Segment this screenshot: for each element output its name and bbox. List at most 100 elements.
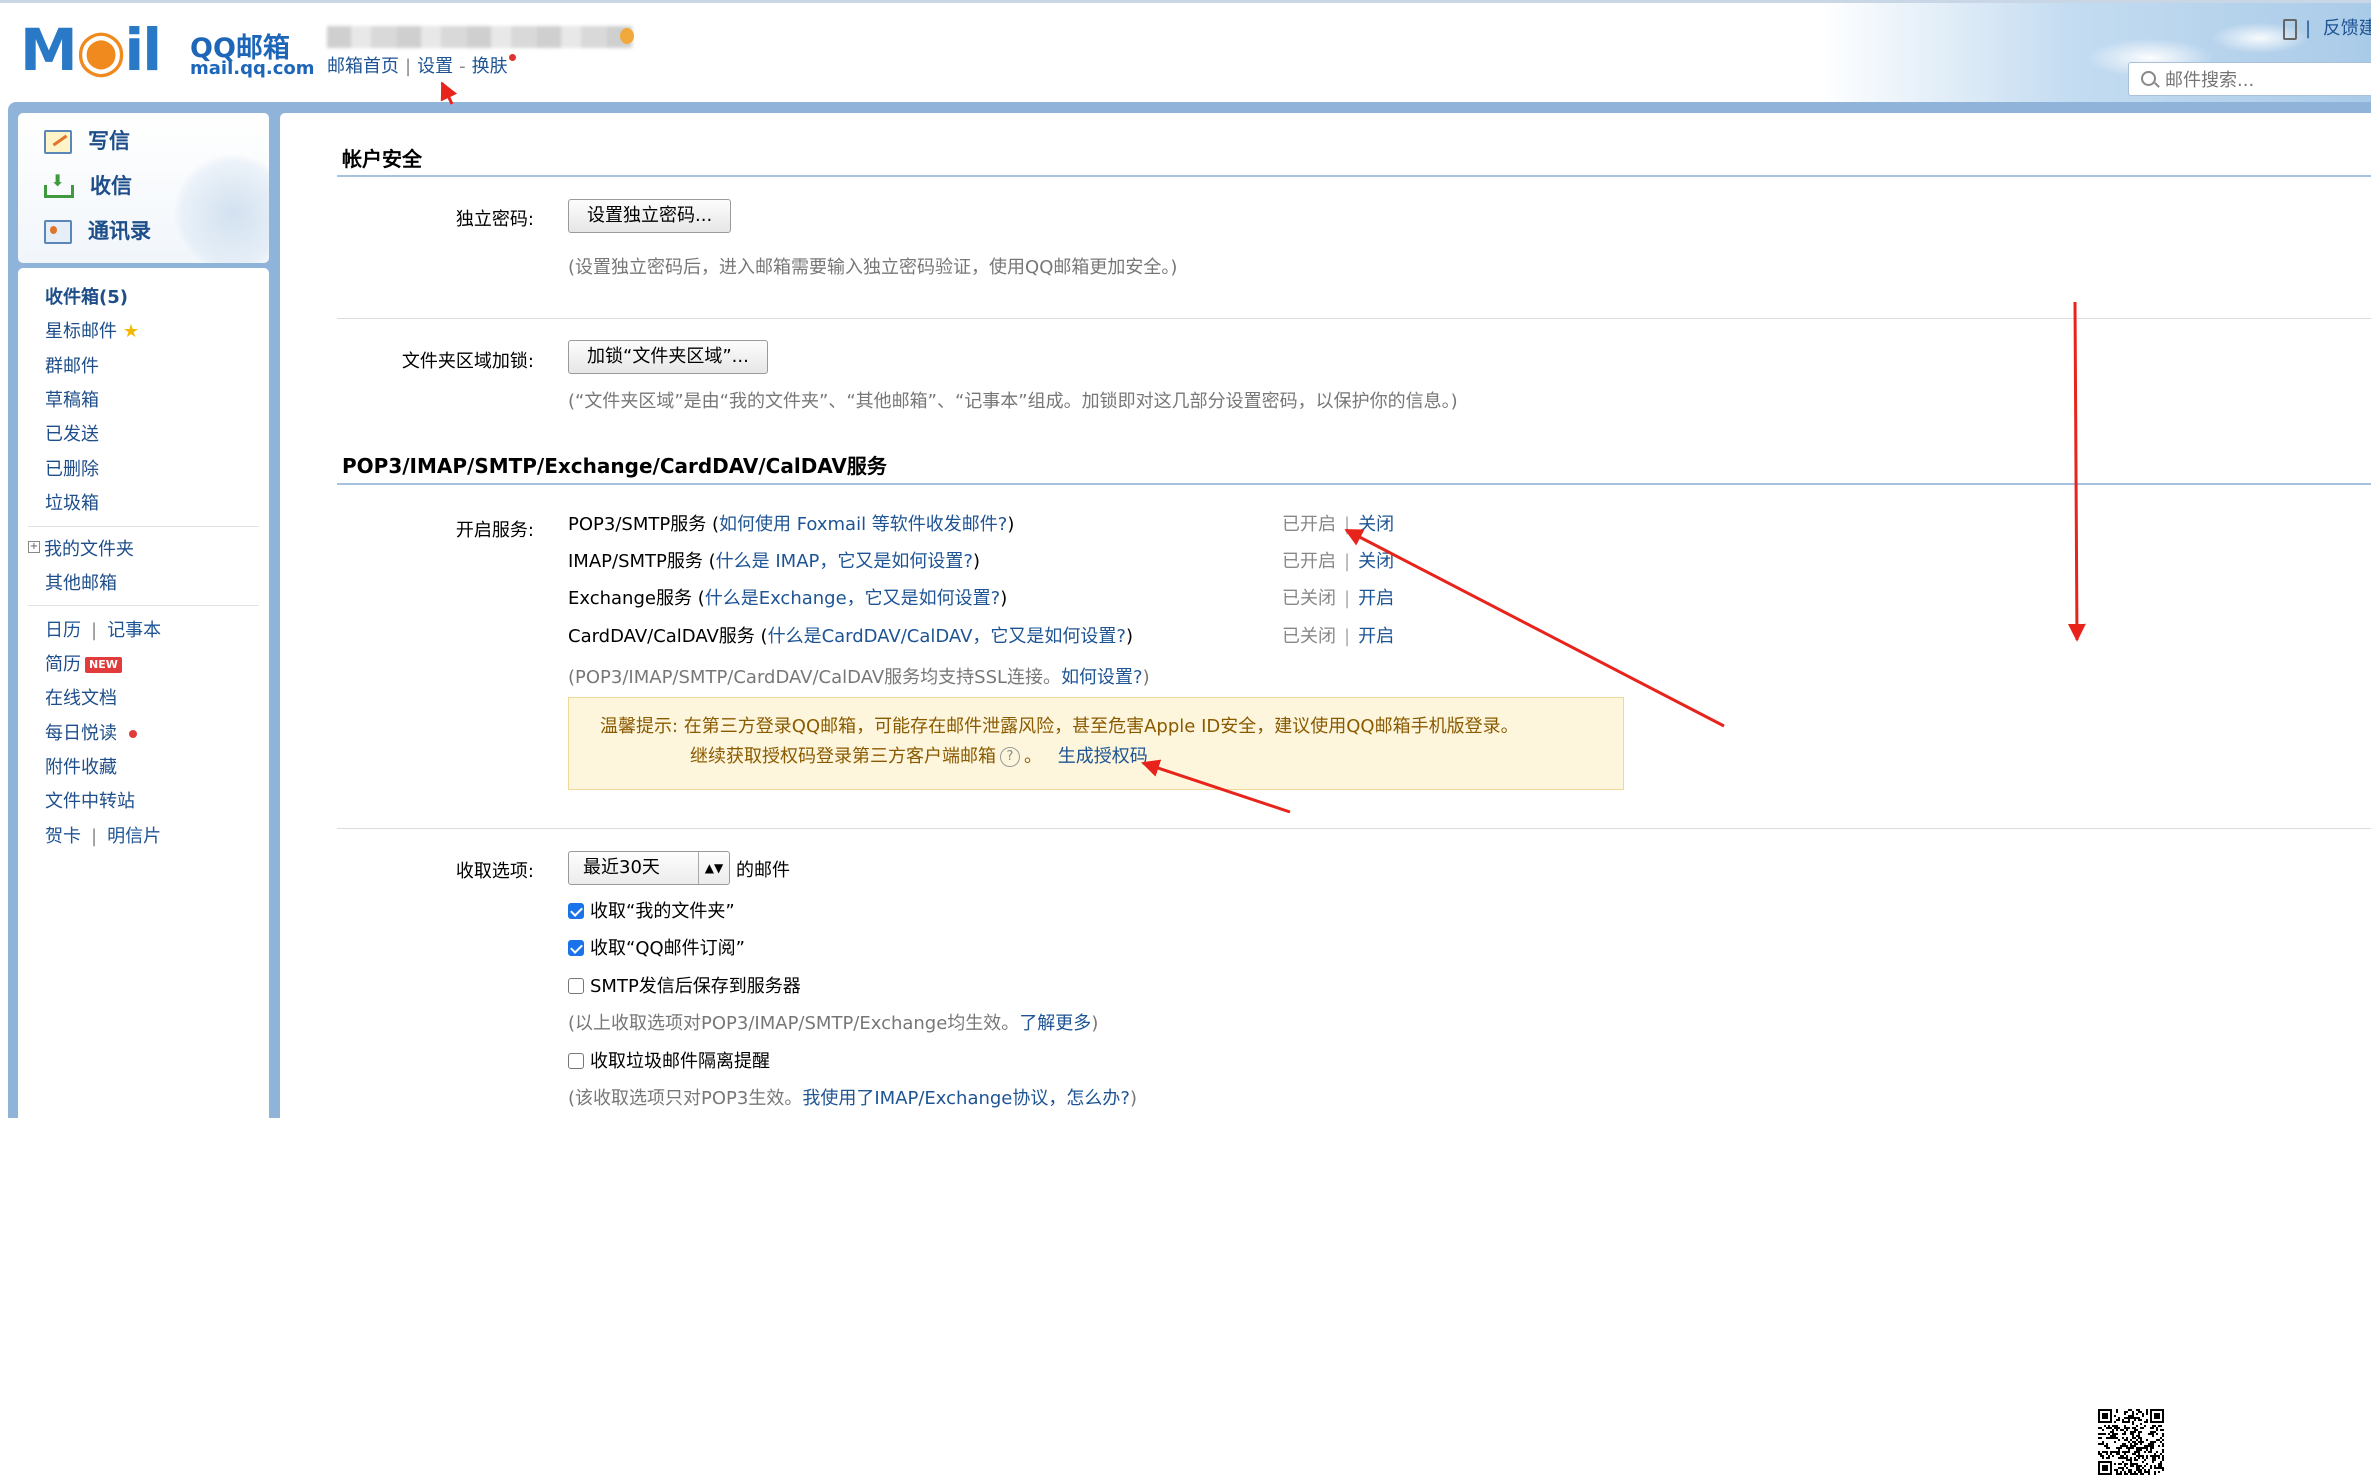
service-help-link[interactable]: 如何使用 Foxmail 等软件收发邮件? bbox=[719, 514, 1007, 535]
settings-link[interactable]: 设置 bbox=[417, 56, 453, 77]
change-skin-link[interactable]: 换肤 bbox=[472, 56, 508, 77]
qr-module bbox=[2124, 1433, 2126, 1435]
calendar-link[interactable]: 日历 bbox=[45, 620, 81, 641]
notes-link[interactable]: 记事本 bbox=[107, 620, 161, 641]
qr-module bbox=[2162, 1451, 2164, 1453]
option-spam-alert[interactable]: 收取垃圾邮件隔离提醒 bbox=[568, 1047, 770, 1073]
receive-range-select[interactable]: 最近30天 ▲▼ bbox=[568, 851, 730, 885]
qr-module bbox=[2136, 1409, 2138, 1411]
feedback-link[interactable]: 反馈建 bbox=[2323, 18, 2371, 39]
phone-icon[interactable] bbox=[2283, 18, 2297, 40]
ssl-setup-link[interactable]: 如何设置? bbox=[1061, 667, 1143, 688]
qr-module bbox=[2152, 1455, 2154, 1457]
imap-exchange-help-link[interactable]: 我使用了IMAP/Exchange协议，怎么办? bbox=[802, 1088, 1130, 1109]
qr-module bbox=[2140, 1423, 2142, 1425]
qr-module bbox=[2114, 1463, 2116, 1465]
folder-inbox[interactable]: 收件箱(5) bbox=[45, 283, 128, 309]
qr-module bbox=[2142, 1455, 2144, 1457]
qr-module bbox=[2114, 1469, 2116, 1471]
qr-module bbox=[2108, 1433, 2110, 1435]
qr-module bbox=[2116, 1429, 2118, 1431]
qr-module bbox=[2128, 1459, 2130, 1461]
smtp-save-checkbox[interactable] bbox=[568, 978, 584, 994]
qr-module bbox=[2128, 1449, 2130, 1451]
qr-module bbox=[2128, 1421, 2130, 1423]
folder-drafts[interactable]: 草稿箱 bbox=[45, 386, 99, 412]
qr-module bbox=[2130, 1461, 2132, 1463]
set-password-button[interactable]: 设置独立密码... bbox=[568, 199, 732, 233]
spam-alert-checkbox[interactable] bbox=[568, 1053, 584, 1069]
qr-module bbox=[2104, 1451, 2106, 1453]
help-icon[interactable]: ? bbox=[1000, 747, 1020, 767]
folder-sent[interactable]: 已发送 bbox=[45, 420, 99, 446]
qr-module bbox=[2122, 1457, 2124, 1459]
mail-search-input[interactable] bbox=[2163, 66, 2371, 94]
qr-module bbox=[2100, 1455, 2102, 1457]
folder-other-mailboxes[interactable]: 其他邮箱 bbox=[45, 569, 117, 595]
qr-module bbox=[2136, 1469, 2138, 1471]
receive-options-label: 收取选项: bbox=[455, 861, 534, 882]
generate-auth-code-link[interactable]: 生成授权码 bbox=[1058, 746, 1148, 767]
annotation-arrow bbox=[440, 81, 458, 105]
daily-reading-link[interactable]: 每日悦读 bbox=[45, 719, 137, 745]
postcards-link[interactable]: 明信片 bbox=[107, 826, 161, 847]
service-help-link[interactable]: 什么是Exchange，它又是如何设置? bbox=[705, 588, 1001, 609]
file-transfer-link[interactable]: 文件中转站 bbox=[45, 787, 135, 813]
qr-module bbox=[2108, 1447, 2110, 1449]
compose-button[interactable]: 写信 bbox=[44, 125, 130, 159]
folder-deleted[interactable]: 已删除 bbox=[45, 455, 99, 481]
qr-module bbox=[2112, 1435, 2114, 1437]
qr-module bbox=[2130, 1465, 2132, 1467]
qr-module bbox=[2152, 1427, 2154, 1429]
learn-more-link[interactable]: 了解更多 bbox=[1019, 1013, 1091, 1034]
contacts-button[interactable]: 通讯录 bbox=[44, 215, 151, 249]
qr-module bbox=[2150, 1449, 2152, 1451]
qr-module bbox=[2116, 1427, 2118, 1429]
qr-module bbox=[2122, 1419, 2124, 1421]
qr-module bbox=[2118, 1417, 2120, 1419]
qr-module bbox=[2152, 1461, 2154, 1463]
qr-module bbox=[2126, 1455, 2128, 1457]
folder-spam[interactable]: 垃圾箱 bbox=[45, 489, 99, 515]
service-help-link[interactable]: 什么是CardDAV/CalDAV，它又是如何设置? bbox=[768, 626, 1126, 647]
receive-hint-close: ) bbox=[1091, 1013, 1099, 1034]
service-toggle-link[interactable]: 开启 bbox=[1358, 588, 1394, 609]
mail-search-box[interactable] bbox=[2128, 62, 2371, 96]
option-subscriptions[interactable]: 收取“QQ邮件订阅” bbox=[568, 934, 745, 960]
service-toggle-link[interactable]: 开启 bbox=[1358, 626, 1394, 647]
qr-module bbox=[2134, 1417, 2136, 1419]
qr-module bbox=[2116, 1425, 2118, 1427]
qr-module bbox=[2124, 1417, 2126, 1419]
qr-module bbox=[2098, 1433, 2100, 1435]
qr-module bbox=[2134, 1445, 2136, 1447]
resume-link[interactable]: 简历 NEW bbox=[45, 650, 122, 676]
qr-module bbox=[2140, 1419, 2142, 1421]
qr-module bbox=[2144, 1425, 2146, 1427]
service-toggle-link[interactable]: 关闭 bbox=[1358, 514, 1394, 535]
greeting-cards-link[interactable]: 贺卡 bbox=[45, 826, 81, 847]
qr-module bbox=[2134, 1463, 2136, 1465]
subscriptions-checkbox[interactable] bbox=[568, 940, 584, 956]
online-docs-link[interactable]: 在线文档 bbox=[45, 684, 117, 710]
option-my-folders[interactable]: 收取“我的文件夹” bbox=[568, 897, 735, 923]
folder-divider bbox=[28, 605, 259, 606]
my-folders-checkbox[interactable] bbox=[568, 903, 584, 919]
service-help-link[interactable]: 什么是 IMAP，它又是如何设置? bbox=[716, 551, 973, 572]
option-smtp-save[interactable]: SMTP发信后保存到服务器 bbox=[568, 972, 801, 998]
folder-my-folders[interactable]: 我的文件夹 bbox=[44, 535, 134, 561]
attachments-link[interactable]: 附件收藏 bbox=[45, 753, 117, 779]
receive-mail-button[interactable]: 收信 bbox=[44, 170, 132, 204]
qr-module bbox=[2132, 1441, 2134, 1443]
qr-module bbox=[2160, 1465, 2162, 1467]
folder-group-mail[interactable]: 群邮件 bbox=[45, 352, 99, 378]
qr-module bbox=[2130, 1431, 2132, 1433]
cards-row: 贺卡 | 明信片 bbox=[45, 822, 161, 848]
qr-module bbox=[2124, 1421, 2126, 1423]
folder-lock-button[interactable]: 加锁“文件夹区域”... bbox=[568, 340, 768, 374]
mailbox-home-link[interactable]: 邮箱首页 bbox=[327, 56, 399, 77]
expand-plus-icon[interactable]: + bbox=[28, 541, 40, 553]
qr-module bbox=[2138, 1431, 2140, 1433]
service-toggle-link[interactable]: 关闭 bbox=[1358, 551, 1394, 572]
qr-module bbox=[2122, 1421, 2124, 1423]
folder-starred[interactable]: 星标邮件 ★ bbox=[45, 317, 139, 343]
